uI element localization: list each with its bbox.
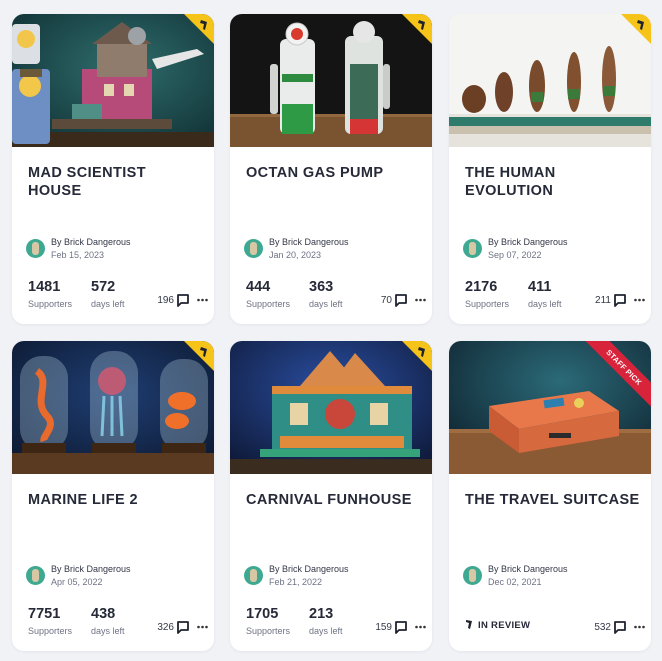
supporters-label: Supporters [246,299,291,309]
project-grid: MAD SCIENTIST HOUSE By Brick Dangerous F… [0,0,662,661]
more-options-icon[interactable] [197,625,208,629]
days-left-count: 363 [309,279,334,295]
author-name[interactable]: By Brick Dangerous [269,237,349,247]
project-stats: 2176 Supporters 411 days left 211 [465,279,645,319]
project-title[interactable]: MARINE LIFE 2 [28,491,203,509]
more-options-icon[interactable] [197,298,208,302]
project-card-carnival-funhouse[interactable]: CARNIVAL FUNHOUSE By Brick Dangerous Feb… [230,341,432,651]
avatar[interactable] [463,239,482,258]
project-card-marine-life-2[interactable]: MARINE LIFE 2 By Brick Dangerous Apr 05,… [12,341,214,651]
more-options-icon[interactable] [415,298,426,302]
project-stats: IN REVIEW 532 [465,606,645,646]
comment-count: 159 [375,622,392,633]
supporters-label: Supporters [28,626,73,636]
supporters-label: Supporters [465,299,510,309]
author-info: By Brick Dangerous Feb 21, 2022 [244,563,424,593]
project-card-the-human-evolution[interactable]: THE HUMAN EVOLUTION By Brick Dangerous S… [449,14,651,324]
project-date: Feb 15, 2023 [51,250,105,260]
comment-count: 196 [157,295,174,306]
staff-pick-ribbon: STAFF PICK [581,341,651,411]
author-name[interactable]: By Brick Dangerous [269,564,349,574]
days-left-label: days left [91,299,125,309]
author-info: By Brick Dangerous Dec 02, 2021 [463,563,643,593]
comment-icon[interactable] [394,620,408,634]
more-options-icon[interactable] [415,625,426,629]
review-status-label: IN REVIEW [478,620,531,631]
ideas-badge-icon [621,14,651,44]
days-left-label: days left [91,626,125,636]
avatar[interactable] [463,566,482,585]
project-date: Dec 02, 2021 [488,577,542,587]
ideas-badge-icon [184,341,214,371]
project-card-mad-scientist-house[interactable]: MAD SCIENTIST HOUSE By Brick Dangerous F… [12,14,214,324]
ideas-badge-icon [402,341,432,371]
project-title[interactable]: THE HUMAN EVOLUTION [465,164,640,200]
avatar[interactable] [244,239,263,258]
supporters-count: 1481 [28,279,61,295]
comment-icon[interactable] [176,620,190,634]
author-name[interactable]: By Brick Dangerous [488,237,568,247]
comment-icon[interactable] [613,620,627,634]
project-card-octan-gas-pump[interactable]: OCTAN GAS PUMP By Brick Dangerous Jan 20… [230,14,432,324]
author-name[interactable]: By Brick Dangerous [51,237,131,247]
supporters-count: 1705 [246,606,279,622]
supporters-label: Supporters [28,299,73,309]
days-left-count: 438 [91,606,116,622]
project-stats: 444 Supporters 363 days left 70 [246,279,426,319]
review-status: IN REVIEW [465,619,530,631]
comment-count: 532 [594,622,611,633]
project-date: Jan 20, 2023 [269,250,322,260]
project-date: Apr 05, 2022 [51,577,103,587]
author-info: By Brick Dangerous Apr 05, 2022 [26,563,206,593]
project-title[interactable]: OCTAN GAS PUMP [246,164,421,182]
project-date: Feb 21, 2022 [269,577,323,587]
in-review-icon [466,620,472,629]
project-title[interactable]: THE TRAVEL SUITCASE [465,491,640,509]
supporters-count: 444 [246,279,271,295]
comment-icon[interactable] [613,293,627,307]
author-info: By Brick Dangerous Jan 20, 2023 [244,236,424,266]
ideas-badge-icon [184,14,214,44]
avatar[interactable] [244,566,263,585]
author-name[interactable]: By Brick Dangerous [488,564,568,574]
staff-pick-label: STAFF PICK [581,341,651,411]
comment-count: 326 [157,622,174,633]
supporters-count: 2176 [465,279,498,295]
comment-count: 70 [380,295,392,306]
project-title[interactable]: CARNIVAL FUNHOUSE [246,491,421,509]
avatar[interactable] [26,239,45,258]
author-info: By Brick Dangerous Sep 07, 2022 [463,236,643,266]
more-options-icon[interactable] [634,625,645,629]
project-date: Sep 07, 2022 [488,250,542,260]
project-stats: 1481 Supporters 572 days left 196 [28,279,208,319]
project-title[interactable]: MAD SCIENTIST HOUSE [28,164,203,200]
project-stats: 7751 Supporters 438 days left 326 [28,606,208,646]
project-card-the-travel-suitcase[interactable]: STAFF PICK THE TRAVEL SUITCASE By Brick … [449,341,651,651]
days-left-label: days left [309,299,343,309]
author-info: By Brick Dangerous Feb 15, 2023 [26,236,206,266]
days-left-count: 411 [528,279,552,295]
ideas-badge-icon [402,14,432,44]
days-left-label: days left [528,299,562,309]
supporters-label: Supporters [246,626,291,636]
project-stats: 1705 Supporters 213 days left 159 [246,606,426,646]
days-left-count: 213 [309,606,334,622]
more-options-icon[interactable] [634,298,645,302]
comment-icon[interactable] [394,293,408,307]
comment-count: 211 [595,295,611,306]
days-left-count: 572 [91,279,116,295]
comment-icon[interactable] [176,293,190,307]
days-left-label: days left [309,626,343,636]
supporters-count: 7751 [28,606,61,622]
author-name[interactable]: By Brick Dangerous [51,564,131,574]
avatar[interactable] [26,566,45,585]
